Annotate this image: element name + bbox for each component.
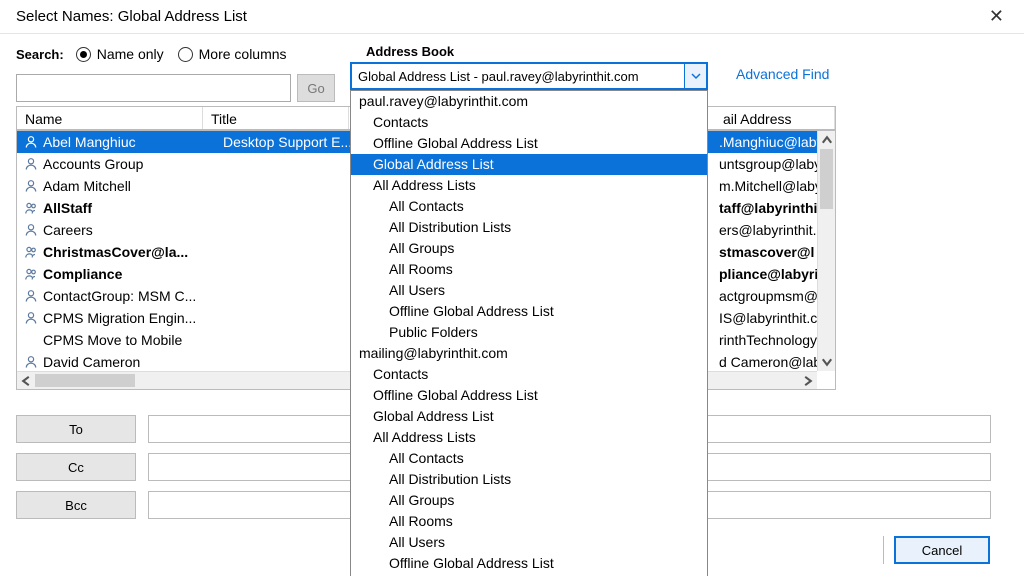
dropdown-item[interactable]: Global Address List [351, 154, 707, 175]
dropdown-item[interactable]: Offline Global Address List [351, 553, 707, 574]
title-bar: Select Names: Global Address List ✕ [0, 0, 1024, 34]
search-input[interactable] [16, 74, 291, 102]
row-name: AllStaff [43, 200, 223, 216]
person-icon [23, 288, 39, 304]
group-icon [23, 244, 39, 260]
dropdown-item[interactable]: All Distribution Lists [351, 217, 707, 238]
dropdown-item[interactable]: All Address Lists [351, 175, 707, 196]
radio-more-columns-label: More columns [199, 46, 287, 62]
bcc-button[interactable]: Bcc [16, 491, 136, 519]
to-button[interactable]: To [16, 415, 136, 443]
radio-more-columns[interactable]: More columns [178, 46, 287, 62]
person-icon [23, 134, 39, 150]
row-email: stmascover@l [719, 244, 817, 260]
row-name: Adam Mitchell [43, 178, 223, 194]
dropdown-item[interactable]: All Contacts [351, 196, 707, 217]
column-header-title[interactable]: Title [203, 107, 349, 129]
row-email: pliance@labyri [719, 266, 817, 282]
row-email: d Cameron@laby [719, 354, 817, 370]
dropdown-item[interactable]: Public Folders [351, 322, 707, 343]
column-header-email[interactable]: ail Address [719, 107, 835, 129]
dropdown-item[interactable]: All Groups [351, 238, 707, 259]
person-icon [23, 156, 39, 172]
person-icon [23, 354, 39, 370]
dialog-window: Select Names: Global Address List ✕ Sear… [0, 0, 1024, 576]
row-email: IS@labyrinthit.co [719, 310, 817, 326]
close-icon[interactable]: ✕ [981, 2, 1012, 31]
row-name: David Cameron [43, 354, 223, 370]
dropdown-item[interactable]: All Groups [351, 490, 707, 511]
go-button[interactable]: Go [297, 74, 335, 102]
advanced-find-link[interactable]: Advanced Find [736, 66, 829, 82]
row-name: CPMS Move to Mobile [43, 332, 223, 348]
dropdown-item[interactable]: Contacts [351, 364, 707, 385]
dropdown-item[interactable]: All Users [351, 280, 707, 301]
row-name: Careers [43, 222, 223, 238]
group-icon [23, 200, 39, 216]
radio-name-only-label: Name only [97, 46, 164, 62]
address-book-selected: Global Address List - paul.ravey@labyrin… [352, 69, 684, 84]
address-book-dropdown[interactable]: paul.ravey@labyrinthit.comContactsOfflin… [350, 90, 708, 576]
dropdown-item[interactable]: All Contacts [351, 448, 707, 469]
dropdown-item[interactable]: All Rooms [351, 511, 707, 532]
row-name: CPMS Migration Engin... [43, 310, 223, 326]
radio-dot-icon [178, 47, 193, 62]
person-icon [23, 222, 39, 238]
scroll-left-icon[interactable] [17, 372, 35, 390]
column-header-name[interactable]: Name [17, 107, 203, 129]
radio-name-only[interactable]: Name only [76, 46, 164, 62]
dropdown-item[interactable]: Offline Global Address List [351, 301, 707, 322]
vertical-scrollbar[interactable] [817, 131, 835, 371]
cc-button[interactable]: Cc [16, 453, 136, 481]
dropdown-item[interactable]: All Distribution Lists [351, 469, 707, 490]
dropdown-item[interactable]: mailing@labyrinthit.com [351, 343, 707, 364]
row-email: m.Mitchell@laby [719, 178, 817, 194]
dropdown-item[interactable]: Contacts [351, 112, 707, 133]
go-button-label: Go [307, 81, 324, 96]
dropdown-item[interactable]: All Rooms [351, 259, 707, 280]
person-icon [23, 310, 39, 326]
row-name: Compliance [43, 266, 223, 282]
group-icon [23, 266, 39, 282]
search-label: Search: [16, 47, 64, 62]
cancel-button[interactable]: Cancel [894, 536, 990, 564]
radio-dot-icon [76, 47, 91, 62]
address-book-combobox[interactable]: Global Address List - paul.ravey@labyrin… [350, 62, 708, 90]
row-email: taff@labyrinthit [719, 200, 817, 216]
blank-icon [23, 332, 39, 348]
chevron-down-icon[interactable] [684, 64, 706, 88]
dropdown-item[interactable]: paul.ravey@labyrinthit.com [351, 91, 707, 112]
dropdown-item[interactable]: Global Address List [351, 406, 707, 427]
dropdown-item[interactable]: Offline Global Address List [351, 385, 707, 406]
scroll-right-icon[interactable] [799, 372, 817, 390]
row-email: rinthTechnology [719, 332, 817, 348]
scroll-down-icon[interactable] [818, 353, 836, 371]
scroll-thumb[interactable] [820, 149, 833, 209]
row-email: actgroupmsm@ [719, 288, 817, 304]
dropdown-item[interactable]: Offline Global Address List [351, 133, 707, 154]
row-name: ChristmasCover@la... [43, 244, 223, 260]
row-email: ers@labyrinthit. [719, 222, 817, 238]
scroll-thumb[interactable] [35, 374, 135, 387]
row-email: .Manghiuc@laby [719, 134, 817, 150]
window-title: Select Names: Global Address List [12, 8, 247, 25]
row-name: Accounts Group [43, 156, 223, 172]
scroll-up-icon[interactable] [818, 131, 836, 149]
address-book-label: Address Book [366, 44, 454, 59]
row-name: ContactGroup: MSM C... [43, 288, 223, 304]
row-email: untsgroup@laby [719, 156, 817, 172]
dropdown-item[interactable]: All Address Lists [351, 427, 707, 448]
dropdown-item[interactable]: All Users [351, 532, 707, 553]
row-name: Abel Manghiuc [43, 134, 223, 150]
person-icon [23, 178, 39, 194]
divider [883, 536, 884, 564]
